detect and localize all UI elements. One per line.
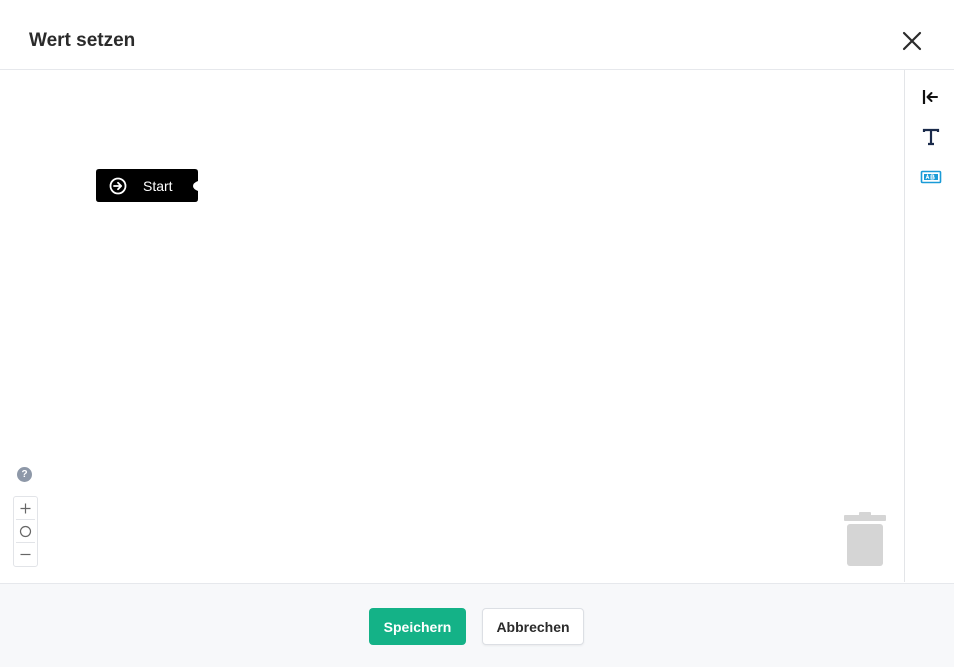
zoom-reset-icon[interactable] — [14, 520, 37, 543]
workspace-canvas[interactable]: Start ? — [0, 70, 904, 582]
zoom-in-icon[interactable] — [14, 497, 37, 520]
save-button[interactable]: Speichern — [369, 608, 466, 645]
text-field-icon[interactable] — [920, 167, 942, 187]
dialog-title: Wert setzen — [29, 30, 136, 51]
help-icon[interactable]: ? — [17, 467, 32, 482]
trash-icon[interactable] — [843, 512, 887, 567]
text-icon[interactable] — [920, 127, 942, 147]
close-icon[interactable] — [899, 28, 925, 54]
start-block[interactable]: Start — [96, 169, 198, 202]
cancel-button[interactable]: Abbrechen — [482, 608, 584, 645]
zoom-controls — [13, 496, 38, 567]
zoom-out-icon[interactable] — [14, 543, 37, 566]
dialog-header: Wert setzen — [0, 0, 954, 70]
toolbox-panel — [904, 70, 954, 582]
start-block-label: Start — [143, 178, 173, 194]
collapse-panel-icon[interactable] — [920, 87, 942, 107]
dialog-footer: Speichern Abbrechen — [0, 583, 954, 667]
arrow-circle-right-icon — [109, 177, 127, 195]
